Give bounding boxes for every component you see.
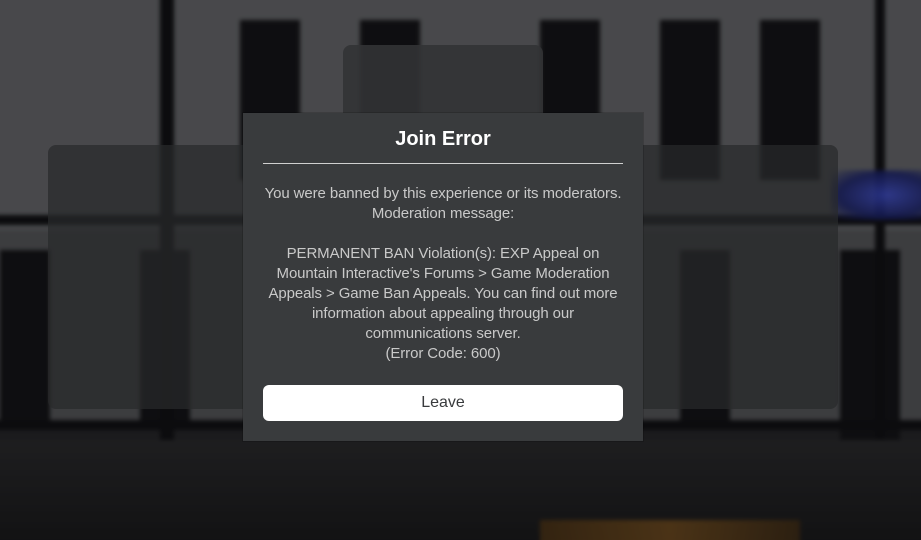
dialog-divider	[263, 163, 623, 164]
game-screen: Join Error You were banned by this exper…	[0, 0, 921, 540]
leave-button[interactable]: Leave	[263, 385, 623, 421]
join-error-dialog: Join Error You were banned by this exper…	[243, 113, 643, 441]
dialog-message: You were banned by this experience or it…	[264, 185, 622, 362]
dialog-title: Join Error	[395, 128, 491, 150]
